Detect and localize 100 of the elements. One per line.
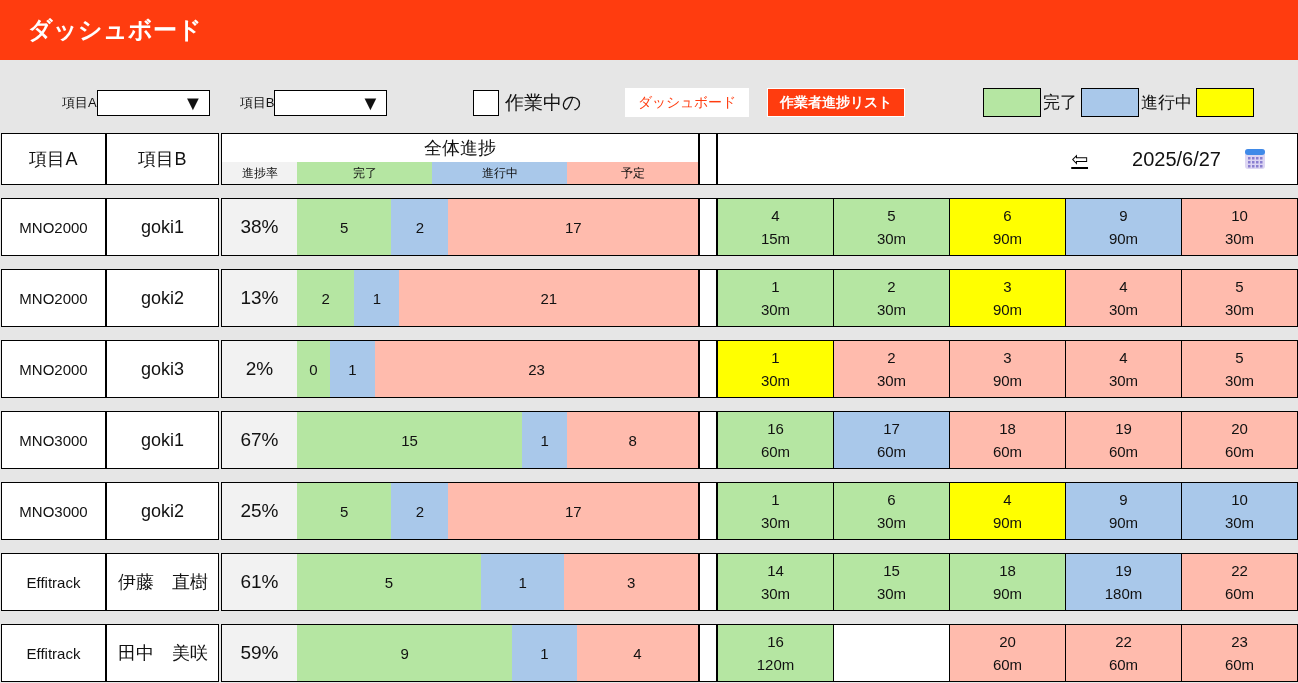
task-duration: 30m	[876, 230, 907, 247]
task-duration: 60m	[760, 443, 791, 460]
task-cell[interactable]: 6 30m	[834, 482, 950, 540]
task-number: 16	[767, 633, 784, 650]
task-cell[interactable]	[834, 624, 950, 682]
task-cell[interactable]: 23 60m	[1182, 624, 1298, 682]
task-duration: 30m	[760, 301, 791, 318]
filter-dropdown[interactable]: ▼	[274, 89, 388, 116]
task-number: 15	[883, 562, 900, 579]
table-cell: 伊藤 直樹	[106, 553, 219, 611]
task-cell[interactable]: 19 60m	[1066, 411, 1182, 469]
task-duration: 90m	[1108, 230, 1139, 247]
task-number: 14	[767, 562, 784, 579]
task-cell[interactable]: 22 60m	[1182, 553, 1298, 611]
task-cell[interactable]: 10 30m	[1182, 482, 1298, 540]
checkbox[interactable]	[473, 89, 500, 116]
progress-segment: 1	[480, 554, 565, 610]
date-label: 2025/6/27	[1132, 147, 1221, 171]
task-cell[interactable]: 20 60m	[950, 624, 1066, 682]
task-cell[interactable]: 10 30m	[1182, 198, 1298, 256]
task-number: 23	[1231, 633, 1248, 650]
task-number: 2	[887, 278, 896, 295]
progress-segment: 5	[297, 554, 481, 610]
column-header: 項目B	[106, 133, 219, 185]
task-cell[interactable]: 22 60m	[1066, 624, 1182, 682]
task-cell[interactable]: 1 30m	[718, 482, 834, 540]
table-cell: MNO2000	[1, 340, 106, 398]
task-cell[interactable]: 4 90m	[950, 482, 1066, 540]
legend-label: 完了	[1043, 92, 1078, 114]
checkbox-label: 作業中の	[505, 90, 583, 115]
task-cell[interactable]: 3 90m	[950, 340, 1066, 398]
task-cell[interactable]: 4 30m	[1066, 269, 1182, 327]
progress-segment: 21	[399, 270, 698, 326]
table-cell: Effitrack	[1, 624, 106, 682]
progress-rate: 67%	[239, 428, 280, 452]
task-cell[interactable]: 20 60m	[1182, 411, 1298, 469]
nav-button[interactable]: ダッシュボード	[625, 88, 750, 117]
nav-button[interactable]: 作業者進捗リスト	[767, 88, 906, 117]
task-duration: 30m	[876, 585, 907, 602]
progress-segment: 17	[448, 199, 698, 255]
task-cell[interactable]: 3 90m	[950, 269, 1066, 327]
column-header: 項目A	[1, 133, 106, 185]
task-cell[interactable]: 14 30m	[718, 553, 834, 611]
page-title: ダッシュボード	[28, 15, 202, 45]
filter-label: 項目B	[239, 93, 275, 112]
table-cell: goki2	[106, 269, 219, 327]
task-cell[interactable]: 16 60m	[718, 411, 834, 469]
back-link[interactable]: ⇦	[1071, 147, 1088, 171]
task-cell[interactable]: 5 30m	[1182, 269, 1298, 327]
task-duration: 15m	[760, 230, 791, 247]
task-cell[interactable]: 2 30m	[834, 269, 950, 327]
task-duration: 30m	[1108, 301, 1139, 318]
task-number: 22	[1231, 562, 1248, 579]
task-cell[interactable]: 5 30m	[834, 198, 950, 256]
task-number: 20	[999, 633, 1016, 650]
calendar-icon[interactable]	[1245, 148, 1265, 170]
progress-segment: 15	[297, 412, 522, 468]
task-cell[interactable]: 6 90m	[950, 198, 1066, 256]
progress-segment: 2	[391, 483, 449, 539]
task-duration: 90m	[1108, 514, 1139, 531]
task-duration: 60m	[1108, 656, 1139, 673]
progress-segment: 17	[448, 483, 698, 539]
task-cell[interactable]: 18 60m	[950, 411, 1066, 469]
task-cell[interactable]: 19 180m	[1066, 553, 1182, 611]
task-duration: 90m	[992, 230, 1023, 247]
task-duration: 30m	[1224, 230, 1255, 247]
task-cell[interactable]: 5 30m	[1182, 340, 1298, 398]
table-cell: goki1	[106, 198, 219, 256]
task-cell[interactable]: 4 15m	[718, 198, 834, 256]
task-duration: 120m	[756, 656, 795, 673]
task-cell[interactable]: 16 120m	[718, 624, 834, 682]
task-cell[interactable]: 1 30m	[718, 269, 834, 327]
task-number: 10	[1231, 207, 1248, 224]
task-duration: 30m	[760, 514, 791, 531]
task-cell[interactable]: 15 30m	[834, 553, 950, 611]
task-cell[interactable]: 9 90m	[1066, 482, 1182, 540]
task-cell[interactable]: 17 60m	[834, 411, 950, 469]
task-cell[interactable]: 9 90m	[1066, 198, 1182, 256]
progress-segment: 0	[297, 341, 330, 397]
task-cell[interactable]: 2 30m	[834, 340, 950, 398]
table-cell: MNO3000	[1, 482, 106, 540]
task-number: 18	[999, 420, 1016, 437]
progress-segment: 23	[374, 341, 698, 397]
filter-dropdown[interactable]: ▼	[96, 89, 210, 116]
task-number: 5	[1235, 349, 1244, 366]
task-number: 20	[1231, 420, 1248, 437]
progress-rate: 13%	[239, 286, 280, 310]
task-cell[interactable]: 1 30m	[718, 340, 834, 398]
progress-segment: 1	[512, 625, 577, 681]
task-cell[interactable]: 18 90m	[950, 553, 1066, 611]
task-duration: 30m	[1108, 372, 1139, 389]
task-cell[interactable]: 4 30m	[1066, 340, 1182, 398]
task-duration: 90m	[992, 514, 1023, 531]
task-number: 6	[1003, 207, 1012, 224]
task-duration: 60m	[1224, 443, 1255, 460]
progress-rate: 59%	[239, 641, 280, 665]
task-duration: 30m	[876, 372, 907, 389]
subcolumn-header: 予定	[567, 162, 698, 184]
table-cell: Effitrack	[1, 553, 106, 611]
task-duration: 60m	[876, 443, 907, 460]
